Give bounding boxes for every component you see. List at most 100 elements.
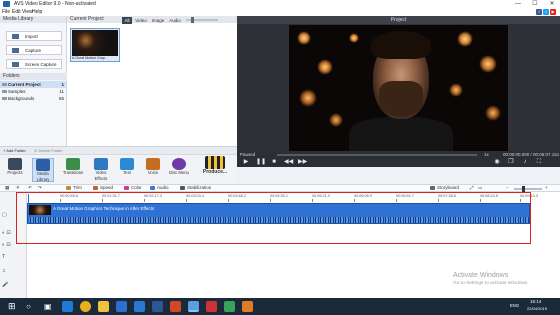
voice-track-icon: 🎤 <box>2 282 9 288</box>
play-icon[interactable]: ▶ <box>242 159 250 166</box>
media-library-button[interactable]: Media Library <box>32 158 54 182</box>
screen-capture-button[interactable]: Screen Capture <box>6 59 62 69</box>
redo-icon[interactable]: ↷ <box>38 185 42 191</box>
close-button[interactable]: ✕ <box>544 0 560 8</box>
fit-icon[interactable]: ⤢ <box>470 185 474 191</box>
transitions-button[interactable]: Transitions <box>62 158 84 182</box>
menu-help[interactable]: Help <box>32 9 42 15</box>
task-view-icon[interactable]: ▣ <box>44 301 55 312</box>
taskbar-date[interactable]: 22/04/2019 <box>527 306 547 311</box>
menu-bar: File Edit View Help <box>0 8 560 16</box>
windows-start-icon[interactable]: ⊞ <box>8 301 19 312</box>
produce-button[interactable]: Produce... <box>198 156 232 182</box>
folder-label: Samples <box>8 89 26 94</box>
disc-menu-icon <box>172 158 186 170</box>
projects-button[interactable]: Projects <box>4 158 26 182</box>
store-icon[interactable] <box>116 301 127 312</box>
folder-current-project[interactable]: Current Project 1 <box>0 81 67 88</box>
folder-samples[interactable]: Samples 11 <box>0 88 67 95</box>
word-icon[interactable] <box>152 301 163 312</box>
stop-icon[interactable]: ■ <box>270 159 278 166</box>
playback-progress[interactable] <box>277 154 477 156</box>
next-frame-icon[interactable]: ▶▶ <box>298 159 307 166</box>
stabilization-button[interactable]: Stabilization <box>180 185 211 191</box>
zoom-minus-icon[interactable]: − <box>506 185 509 191</box>
snapshot-icon[interactable]: ◉ <box>493 159 501 166</box>
activate-windows-title: Activate Windows <box>453 272 509 279</box>
folder-label: Backgrounds <box>8 96 35 101</box>
voice-button[interactable]: Voice <box>142 158 164 182</box>
text-button[interactable]: Text <box>116 158 138 182</box>
zoom-plus-icon[interactable]: + <box>545 185 548 191</box>
color-button[interactable]: Color <box>124 185 142 191</box>
folder-icon <box>2 90 7 93</box>
playback-status: Paused <box>240 152 256 157</box>
filter-all[interactable]: All <box>122 17 132 24</box>
screen-capture-icon <box>12 62 19 67</box>
undock-icon[interactable]: ❐ <box>507 159 515 166</box>
youtube-icon[interactable]: ▶ <box>550 9 556 15</box>
video-track-icon: ▢ <box>2 212 7 218</box>
app2-icon[interactable] <box>224 301 235 312</box>
folder-label: Current Project <box>8 82 41 87</box>
zoom-out-icon[interactable]: ▭ <box>478 185 482 191</box>
language-indicator[interactable]: ENG <box>510 303 519 308</box>
timeline-toggle-icon[interactable]: ▦ <box>5 185 9 191</box>
chrome-icon[interactable] <box>80 301 91 312</box>
trim-label: Trim <box>73 185 82 190</box>
explorer-icon[interactable] <box>98 301 109 312</box>
storyboard-icon <box>430 185 435 190</box>
mail-icon[interactable] <box>134 301 145 312</box>
prev-frame-icon[interactable]: ◀◀ <box>284 159 293 166</box>
disc-menu-label: Disc Menu <box>169 170 189 175</box>
filter-audio[interactable]: Audio <box>168 17 182 24</box>
edge-icon[interactable] <box>62 301 73 312</box>
twitter-icon[interactable]: t <box>543 9 549 15</box>
produce-label: Produce... <box>202 169 228 175</box>
pause-icon[interactable]: ❚❚ <box>256 159 266 166</box>
transitions-label: Transitions <box>62 170 84 175</box>
activate-windows-subtitle: Go to Settings to activate Windows. <box>453 281 529 286</box>
volume-icon[interactable]: ♪ <box>521 159 529 166</box>
folder-icon <box>2 97 7 100</box>
import-button[interactable]: Import <box>6 31 62 41</box>
filter-image[interactable]: Image <box>150 17 166 24</box>
edit-toolbar <box>0 184 560 192</box>
trim-button[interactable]: Trim <box>66 185 82 191</box>
video-effects-button[interactable]: Video Effects <box>90 158 112 182</box>
speed-button[interactable]: Speed <box>93 185 113 191</box>
video-effects-label: Video Effects <box>94 170 108 181</box>
storyboard-toggle[interactable]: Storyboard <box>430 185 459 191</box>
menu-file[interactable]: File <box>2 9 10 15</box>
powerpoint-icon[interactable] <box>170 301 181 312</box>
menu-edit[interactable]: Edit <box>12 9 21 15</box>
delete-folder-button[interactable]: ✕ Delete Folder <box>34 148 62 153</box>
media-thumbnail[interactable]: A Great Motion Grap... <box>70 28 120 62</box>
folder-backgrounds[interactable]: Backgrounds 65 <box>0 95 67 102</box>
produce-icon <box>205 156 225 169</box>
app-icon[interactable] <box>206 301 217 312</box>
app3-icon[interactable] <box>242 301 253 312</box>
delete-icon[interactable]: ✕ <box>16 185 20 191</box>
taskbar-time[interactable]: 15:14 <box>530 299 541 304</box>
undo-icon[interactable]: ↶ <box>28 185 32 191</box>
facebook-icon[interactable]: f <box>536 9 542 15</box>
search-icon[interactable]: ○ <box>26 301 37 312</box>
add-folder-button[interactable]: + Add Folder <box>3 148 26 153</box>
maximize-button[interactable]: ☐ <box>527 0 543 8</box>
timeline-zoom-slider[interactable] <box>514 188 542 190</box>
project-preview-panel: Project <box>237 16 560 151</box>
fullscreen-icon[interactable]: ⛶ <box>535 159 543 166</box>
playback-speed[interactable]: 1x <box>484 152 489 157</box>
avs-icon[interactable] <box>188 301 199 312</box>
disc-menu-button[interactable]: Disc Menu <box>168 158 190 182</box>
video-preview[interactable] <box>289 25 508 151</box>
media-library-label: Media Library <box>36 171 50 182</box>
minimize-button[interactable]: — <box>510 0 526 8</box>
import-icon <box>12 34 19 39</box>
stabilization-label: Stabilization <box>187 185 212 190</box>
capture-button[interactable]: Capture <box>6 45 62 55</box>
filter-video[interactable]: Video <box>134 17 148 24</box>
audio-button[interactable]: Audio <box>150 185 169 191</box>
slider-handle[interactable] <box>191 17 194 23</box>
